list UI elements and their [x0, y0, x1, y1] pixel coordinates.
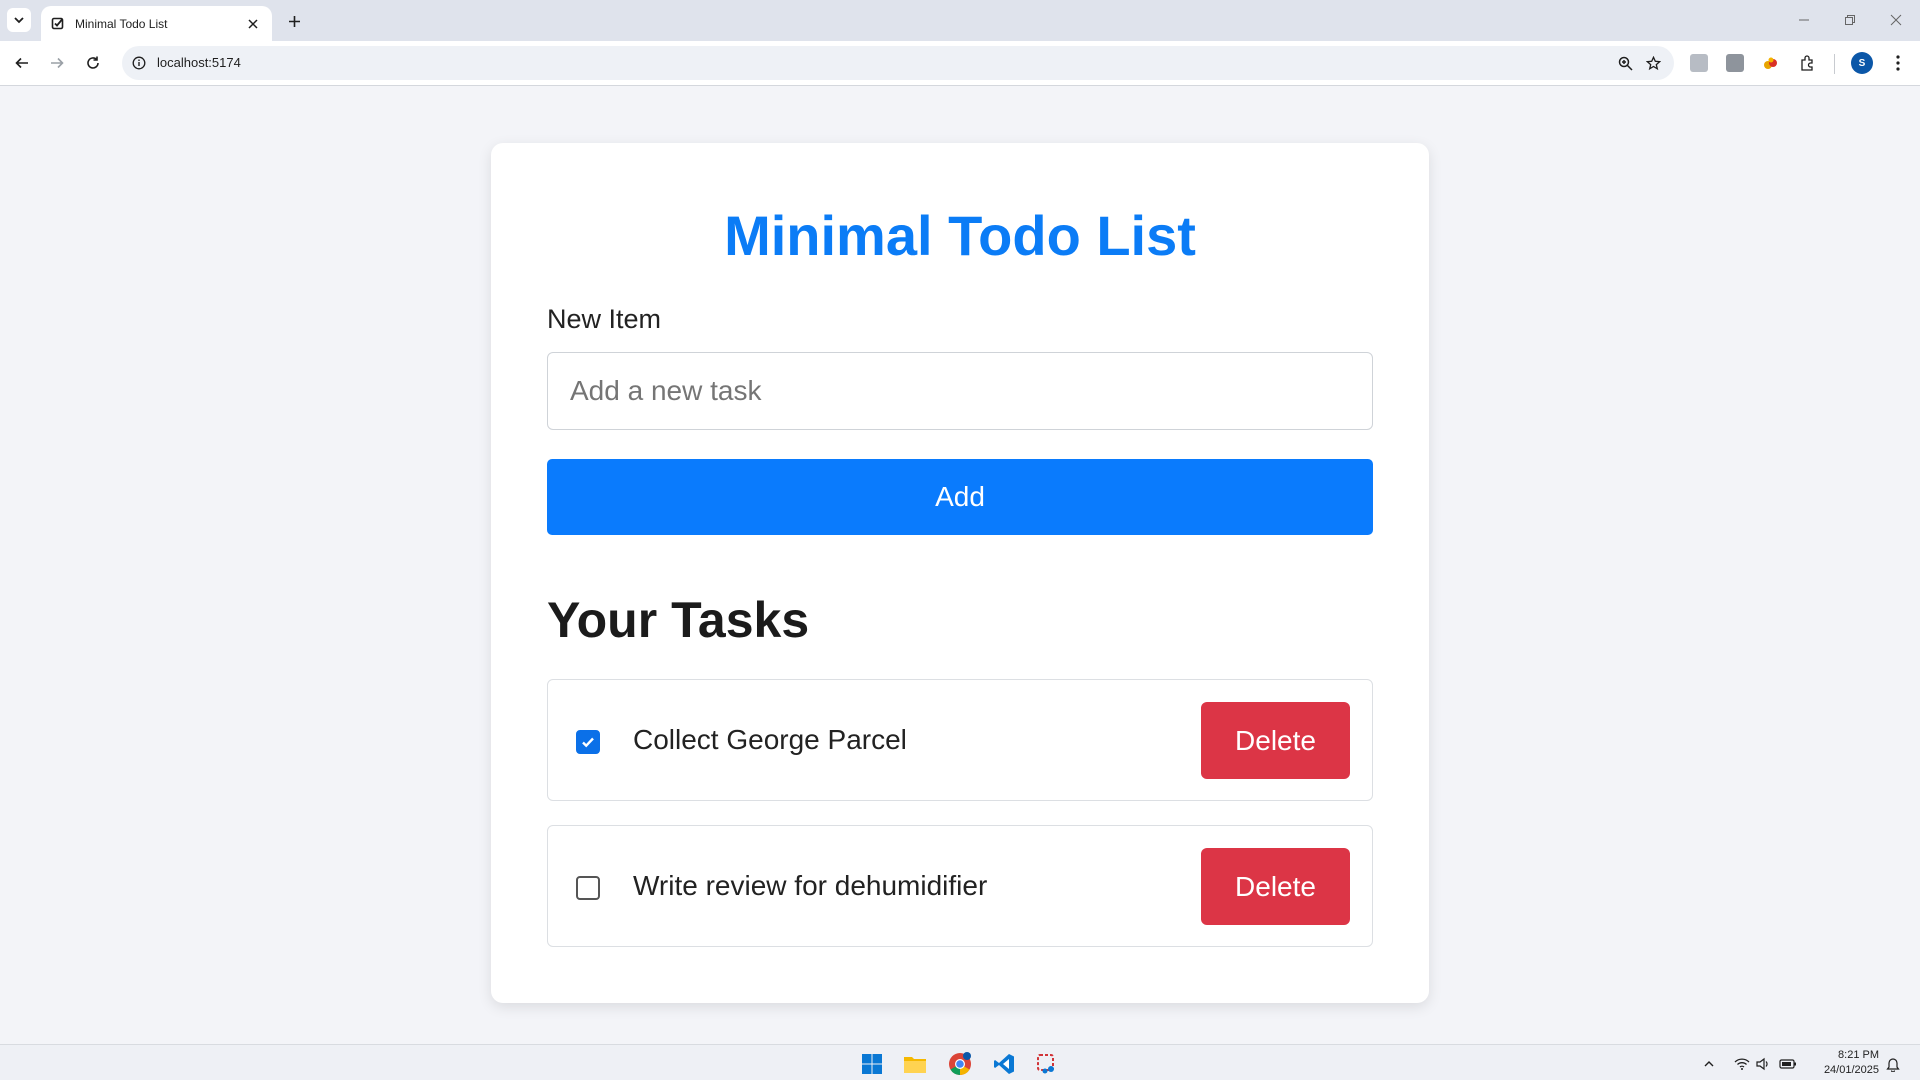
close-window-button[interactable] — [1884, 8, 1908, 32]
task-text: Write review for dehumidifier — [633, 870, 988, 901]
arrow-right-icon — [51, 57, 64, 69]
reload-button[interactable] — [81, 51, 105, 75]
back-button[interactable] — [10, 51, 34, 75]
chrome-icon[interactable] — [947, 1051, 973, 1077]
arrow-left-icon — [15, 57, 28, 69]
page-title: Minimal Todo List — [724, 204, 1196, 267]
add-button[interactable]: Add — [547, 459, 1373, 535]
wifi-icon[interactable] — [1733, 1055, 1751, 1073]
file-explorer-icon[interactable] — [902, 1051, 928, 1077]
battery-icon[interactable] — [1779, 1055, 1797, 1073]
task-list: Collect George Parcel Delete Write revie… — [547, 679, 1373, 971]
snipping-tool-icon[interactable] — [1034, 1051, 1060, 1077]
site-info-icon[interactable] — [130, 54, 148, 72]
zoom-icon[interactable] — [1616, 54, 1634, 72]
new-tab-button[interactable] — [282, 9, 306, 33]
extensions-puzzle-icon[interactable] — [1799, 54, 1817, 72]
browser-toolbar: localhost:5174 S — [0, 41, 1920, 86]
clock-date: 24/01/2025 — [1823, 1064, 1879, 1076]
todo-favicon-icon — [51, 17, 64, 29]
toolbar-divider — [1834, 54, 1835, 74]
task-checkbox[interactable] — [576, 730, 600, 754]
forward-button[interactable] — [45, 51, 69, 75]
tab-search-button[interactable] — [7, 8, 31, 32]
vscode-icon[interactable] — [991, 1051, 1017, 1077]
todo-card: Minimal Todo List New Item Add Your Task… — [491, 143, 1429, 1003]
system-clock[interactable]: 8:21 PM 24/01/2025 — [1805, 1048, 1879, 1078]
new-task-input[interactable] — [547, 352, 1373, 430]
task-checkbox[interactable] — [576, 876, 600, 900]
new-item-label: New Item — [547, 304, 662, 334]
address-bar[interactable]: localhost:5174 — [122, 46, 1674, 80]
browser-tab[interactable]: Minimal Todo List — [41, 6, 272, 41]
delete-button[interactable]: Delete — [1201, 848, 1350, 925]
plus-icon — [288, 15, 300, 27]
reload-icon — [87, 56, 99, 69]
minimize-icon — [1799, 19, 1809, 21]
clock-time: 8:21 PM — [1838, 1049, 1879, 1061]
notification-bell-icon[interactable] — [1884, 1055, 1902, 1073]
close-icon — [1890, 14, 1902, 26]
browser-menu-button[interactable] — [1886, 51, 1910, 75]
tasks-heading: Your Tasks — [547, 592, 810, 648]
bookmark-star-icon[interactable] — [1644, 54, 1662, 72]
extension-one-icon[interactable] — [1690, 54, 1708, 72]
extension-three-icon[interactable] — [1762, 54, 1780, 72]
task-text: Collect George Parcel — [633, 724, 907, 755]
restore-icon — [1845, 15, 1855, 25]
task-item: Write review for dehumidifier Delete — [547, 825, 1373, 947]
checkmark-icon — [582, 737, 594, 748]
windows-taskbar: 8:21 PM 24/01/2025 — [0, 1044, 1920, 1080]
url-text: localhost:5174 — [157, 55, 241, 70]
windows-start-icon[interactable] — [859, 1051, 885, 1077]
delete-button[interactable]: Delete — [1201, 702, 1350, 779]
minimize-button[interactable] — [1792, 8, 1816, 32]
tab-title: Minimal Todo List — [75, 16, 168, 31]
browser-tab-bar: Minimal Todo List — [0, 0, 1920, 41]
chevron-down-icon — [14, 17, 24, 24]
volume-icon[interactable] — [1754, 1055, 1772, 1073]
restore-button[interactable] — [1838, 8, 1862, 32]
task-item: Collect George Parcel Delete — [547, 679, 1373, 801]
tab-close-icon[interactable] — [244, 15, 262, 33]
extension-two-icon[interactable] — [1726, 54, 1744, 72]
profile-avatar[interactable]: S — [1851, 52, 1873, 74]
more-vertical-icon — [1896, 55, 1900, 71]
chevron-up-icon[interactable] — [1700, 1055, 1718, 1073]
